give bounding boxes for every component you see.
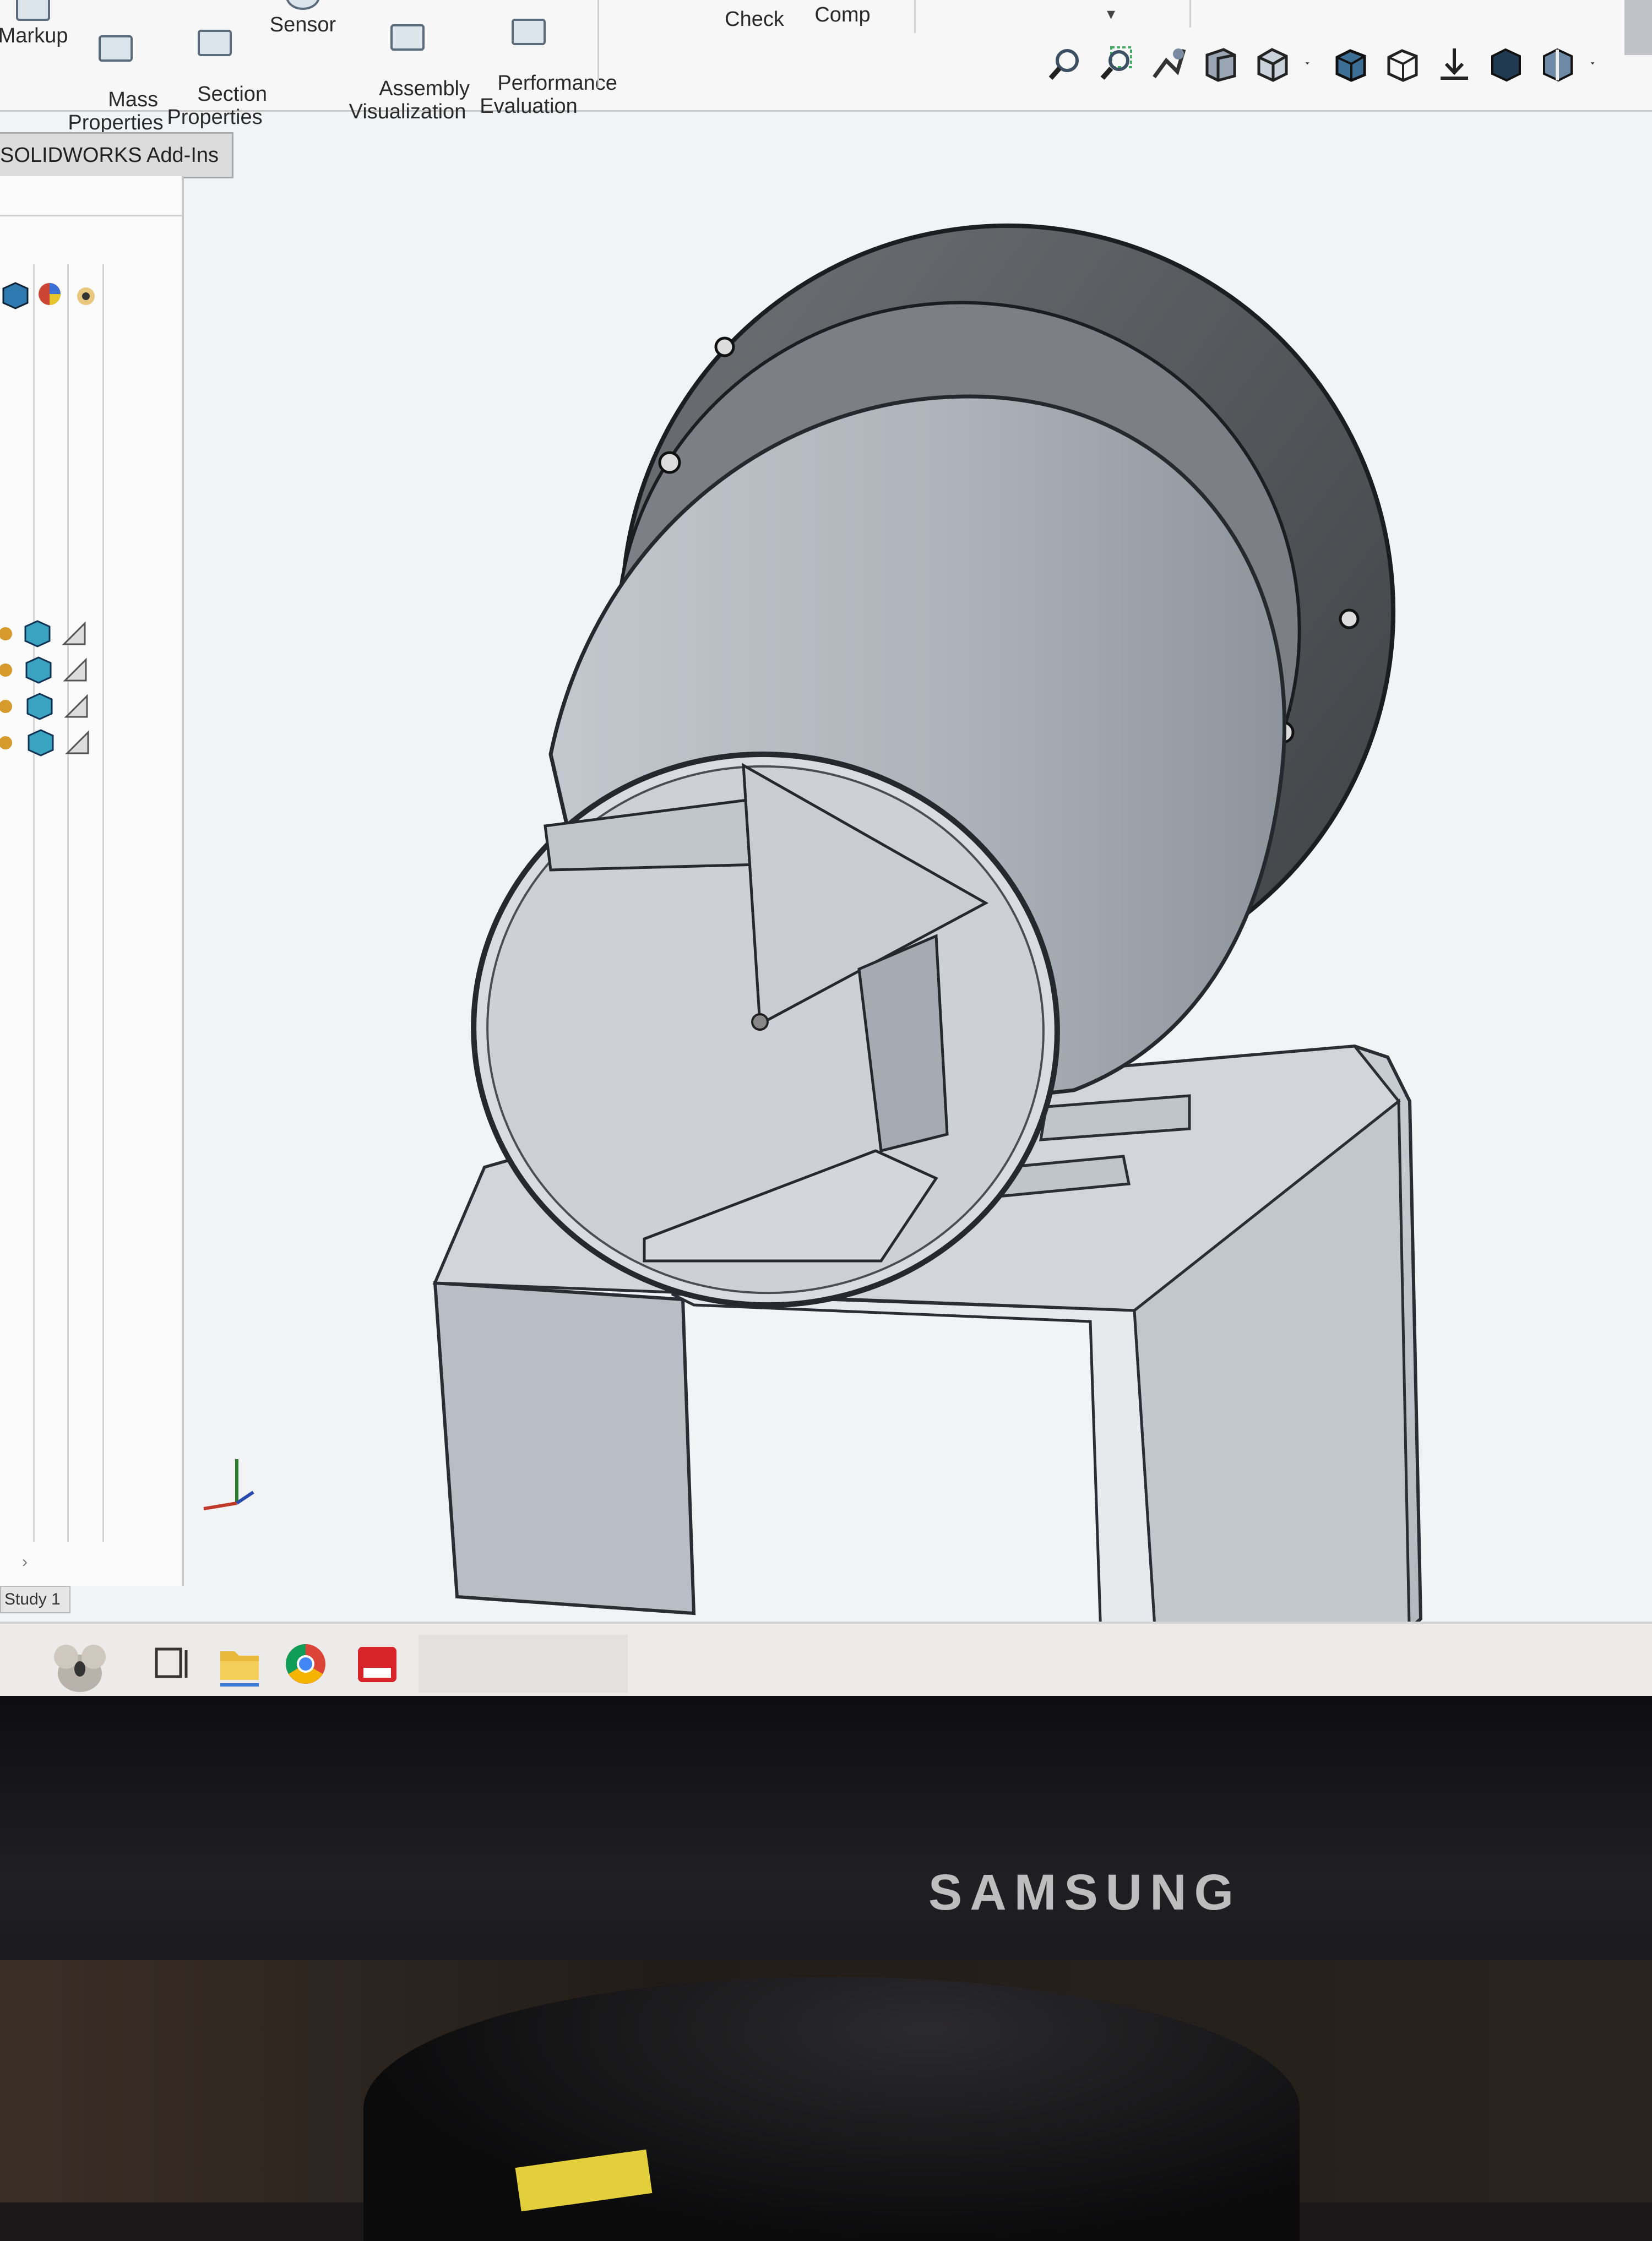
display-state-icon (64, 694, 88, 718)
assembly-visualization-icon (390, 24, 425, 51)
monitor-screen: Markup Mass Properties Section Propertie… (0, 0, 1652, 1701)
display-pane-icon[interactable] (72, 281, 100, 309)
appearance-icon[interactable] (35, 280, 64, 308)
zoom-to-fit-icon[interactable] (1046, 44, 1085, 83)
monitor-stand (363, 1977, 1300, 2241)
ribbon-separator (914, 0, 916, 33)
search-box-edge[interactable] (1624, 0, 1652, 55)
previous-view-icon[interactable] (1150, 44, 1188, 83)
edit-appearance-icon[interactable] (1435, 44, 1474, 83)
component-icon (0, 627, 12, 640)
monitor-bezel (0, 1696, 1652, 2004)
apply-scene-icon[interactable] (1487, 44, 1525, 83)
part-icon (26, 693, 53, 720)
performance-evaluation-icon (512, 19, 546, 45)
chevron-down-icon[interactable] (1590, 44, 1604, 83)
inner-deflector[interactable] (544, 763, 989, 1263)
bolt (714, 336, 735, 357)
coordinate-triad (203, 1459, 254, 1510)
monitor-brand-logo: SAMSUNG (928, 1864, 1242, 1921)
assembly-visualization-button[interactable]: Assembly Visualization (341, 0, 474, 146)
display-style-icon[interactable] (1332, 44, 1370, 83)
markup-icon (16, 0, 50, 21)
solidworks-addins-tab[interactable]: SOLIDWORKS Add-Ins (0, 132, 234, 178)
column-divider (102, 264, 104, 1542)
sensor-label: Sensor (269, 13, 336, 36)
task-view-icon[interactable] (149, 1639, 198, 1689)
tree-row[interactable] (0, 689, 110, 725)
chevron-right-icon[interactable]: › (22, 1553, 28, 1571)
view-settings-icon[interactable] (1539, 44, 1577, 83)
bolt (1271, 721, 1295, 744)
part-icon (25, 656, 52, 684)
cylinder-shell[interactable] (455, 394, 1287, 1325)
command-manager-ribbon: Markup Mass Properties Section Propertie… (0, 0, 1652, 134)
component-icon (0, 700, 12, 713)
sensor-icon (286, 0, 320, 10)
study-tab[interactable]: Study 1 (0, 1586, 70, 1613)
chevron-down-icon[interactable] (1305, 44, 1318, 83)
bolt (658, 451, 681, 474)
column-divider (33, 264, 35, 1542)
ribbon-separator (1189, 0, 1191, 28)
stand-body[interactable] (432, 1044, 1423, 1660)
panel-header (0, 176, 182, 216)
component-icon (0, 736, 12, 749)
taskbar-empty-slot (419, 1635, 628, 1693)
file-explorer-icon[interactable] (215, 1639, 264, 1689)
rear-housing[interactable] (572, 176, 1443, 1046)
hide-show-icon[interactable] (1383, 44, 1422, 83)
bolt (1339, 608, 1360, 629)
compare-label: Comp (814, 3, 871, 26)
performance-evaluation-button[interactable]: Performance Evaluation (463, 0, 617, 141)
ribbon-separator (597, 0, 599, 88)
chrome-icon[interactable] (281, 1639, 330, 1689)
heads-up-view-toolbar (1046, 44, 1604, 110)
check-label: Check (725, 8, 784, 31)
zoom-to-area-icon[interactable] (1098, 44, 1137, 83)
compare-button[interactable]: Comp (793, 0, 892, 26)
section-properties-label: Section Properties (167, 83, 268, 129)
graphics-area (203, 176, 1443, 1660)
performance-evaluation-label: Performance Evaluation (480, 72, 617, 118)
chevron-down-icon[interactable]: ▾ (1107, 4, 1115, 24)
cube-icon[interactable] (1, 281, 30, 309)
tree-row[interactable] (0, 653, 110, 688)
tree-row[interactable] (0, 617, 110, 652)
mass-properties-icon (99, 35, 133, 62)
display-state-icon (65, 730, 89, 754)
solidworks-icon[interactable] (352, 1639, 402, 1689)
tree-row[interactable] (0, 726, 110, 761)
assembly-visualization-label: Assembly Visualization (349, 77, 470, 123)
windows-taskbar (0, 1622, 1652, 1701)
feature-manager-panel: › (0, 176, 184, 1586)
section-view-icon[interactable] (1202, 44, 1240, 83)
view-orientation-icon[interactable] (1253, 44, 1292, 83)
mass-properties-label: Mass Properties (68, 88, 164, 134)
display-state-icon (62, 621, 86, 645)
part-icon (24, 620, 51, 648)
part-icon (28, 729, 54, 757)
column-divider (67, 264, 69, 1542)
display-state-icon (63, 657, 87, 682)
koala-icon[interactable] (44, 1635, 116, 1695)
section-properties-icon (198, 30, 232, 56)
component-icon (0, 663, 12, 677)
